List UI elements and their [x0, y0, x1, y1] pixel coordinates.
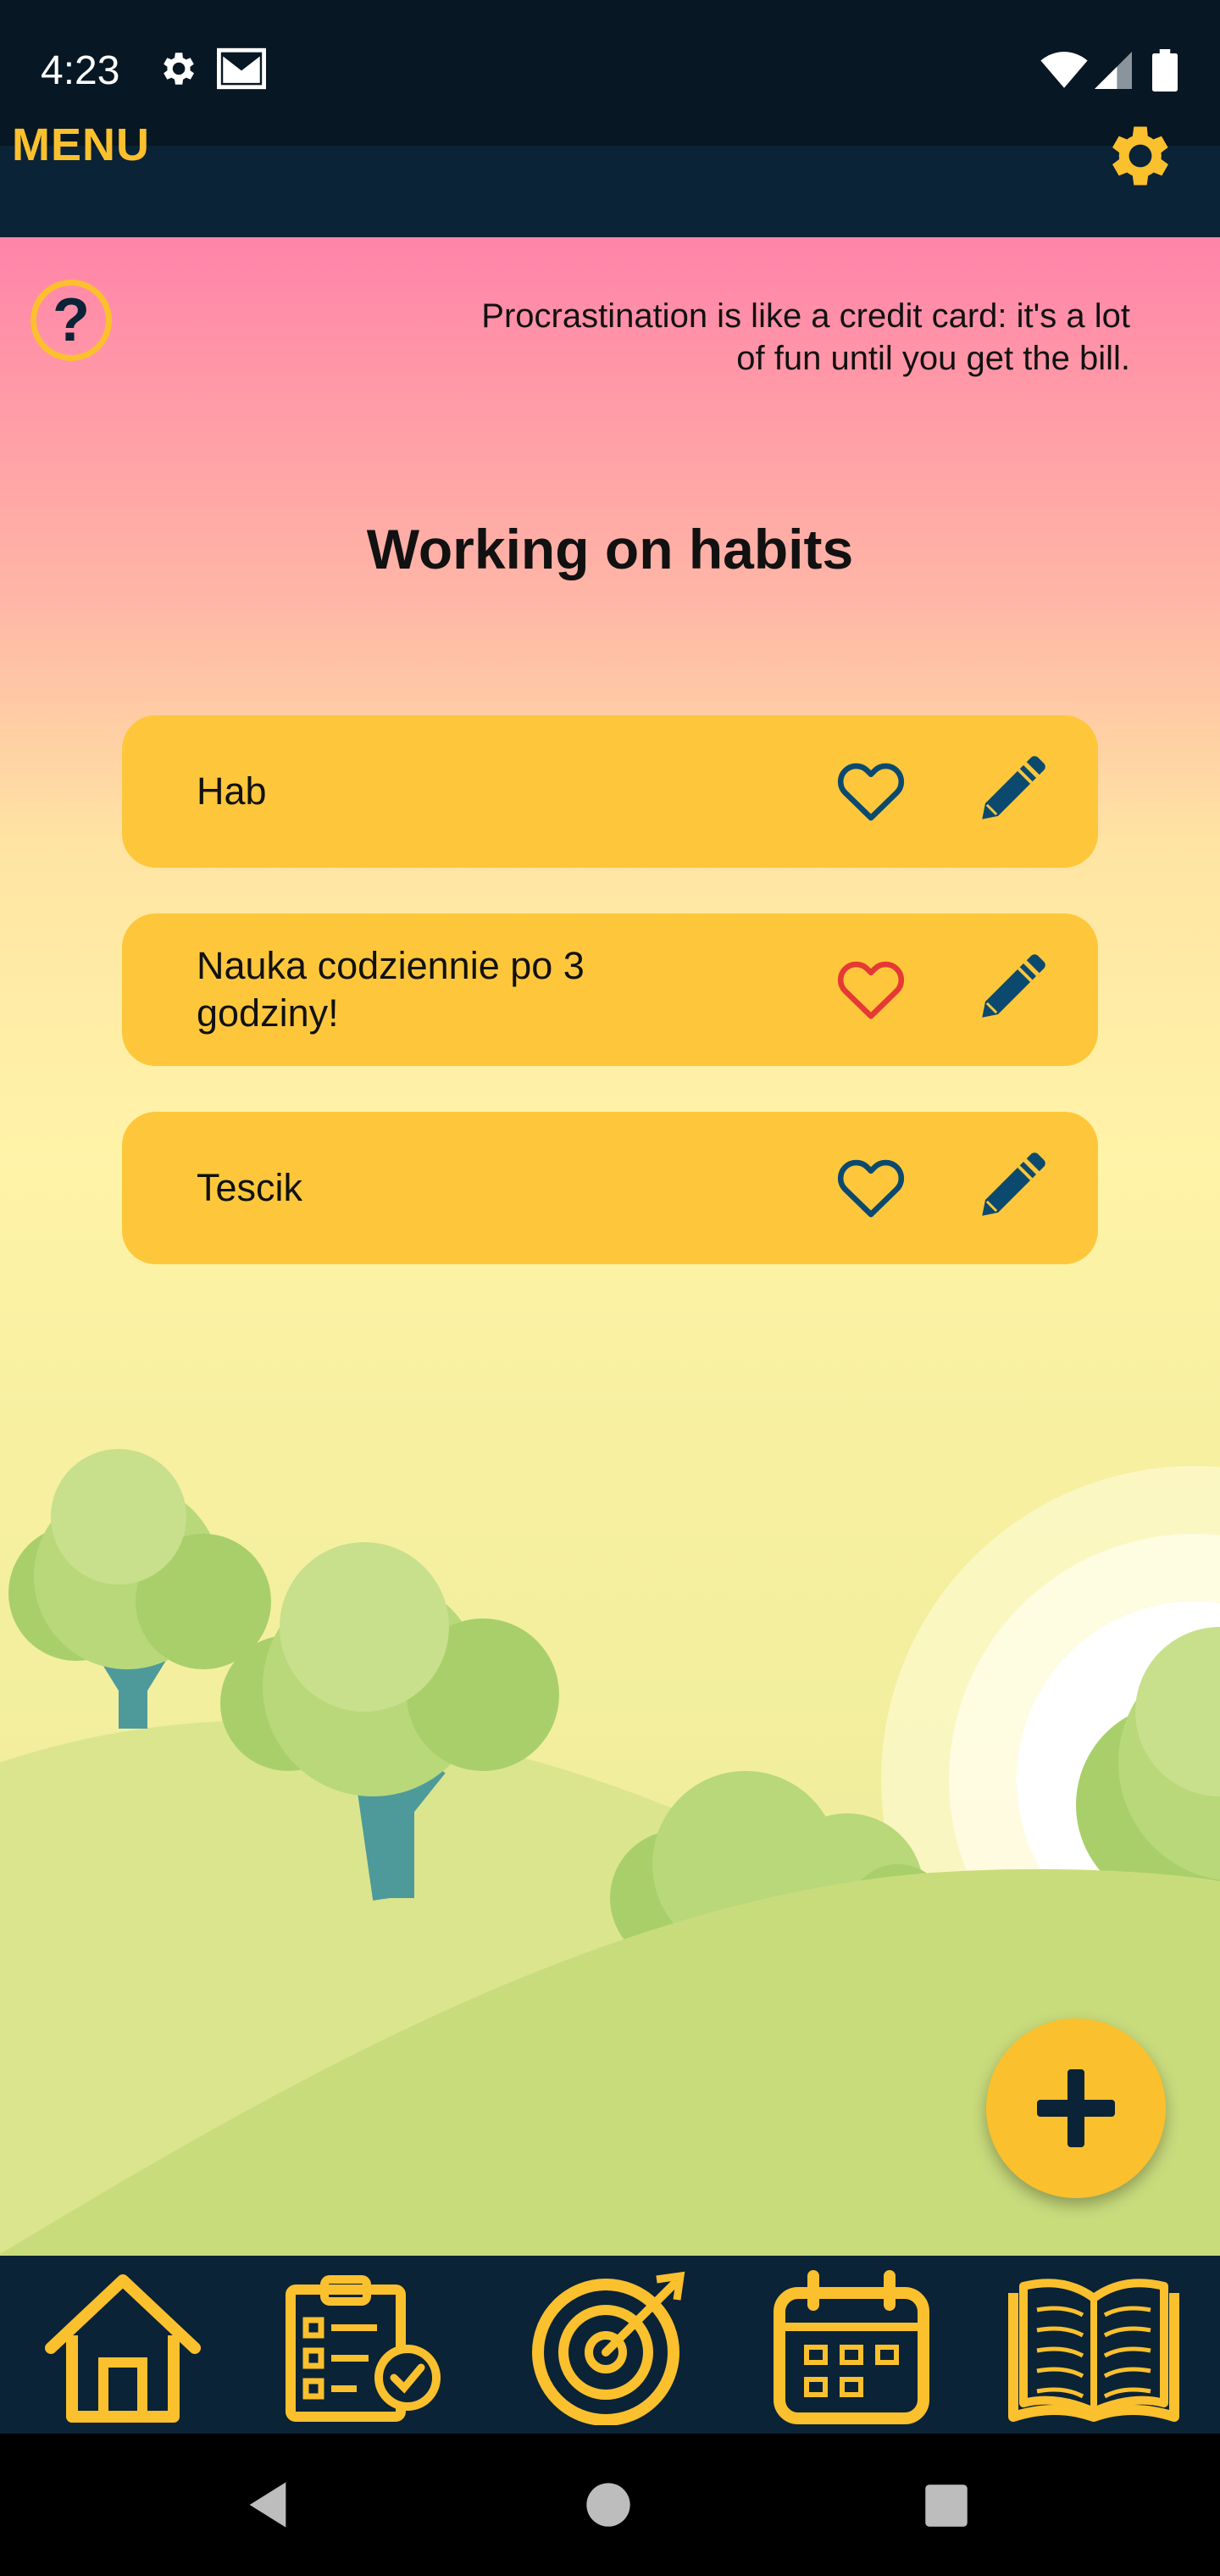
plus-icon — [1037, 2069, 1115, 2147]
habit-card[interactable]: Nauka codziennie po 3 godziny! — [122, 913, 1098, 1066]
status-bar: 4:23 — [0, 0, 1220, 146]
home-circle-icon[interactable] — [585, 2481, 632, 2529]
heart-icon[interactable] — [834, 754, 908, 829]
motivational-quote: Procrastination is like a credit card: i… — [481, 297, 1130, 377]
signal-icon — [1095, 52, 1132, 89]
habit-card[interactable]: Hab — [122, 715, 1098, 868]
settings-icon — [164, 53, 194, 85]
help-button[interactable]: ? — [30, 280, 112, 361]
app-bar — [0, 146, 1220, 237]
wifi-icon — [1040, 52, 1088, 88]
checklist-icon[interactable] — [275, 2268, 453, 2425]
back-icon[interactable] — [241, 2478, 295, 2532]
heart-icon[interactable] — [834, 952, 908, 1027]
system-navigation-bar — [0, 2434, 1220, 2576]
habit-name: Hab — [197, 769, 267, 813]
habit-card[interactable]: Tescik — [122, 1112, 1098, 1264]
battery-icon — [1152, 49, 1178, 92]
bottom-navigation — [0, 2256, 1220, 2434]
main-content: ? Procrastination is like a credit card:… — [0, 237, 1220, 2256]
book-icon[interactable] — [1005, 2268, 1183, 2425]
menu-button[interactable]: MENU — [12, 119, 150, 171]
habit-name: Tescik — [197, 1166, 303, 1209]
target-icon[interactable] — [521, 2268, 699, 2425]
gmail-icon — [217, 47, 266, 90]
add-habit-button[interactable] — [986, 2018, 1166, 2198]
home-icon[interactable] — [34, 2268, 212, 2425]
gear-icon[interactable] — [1101, 117, 1179, 195]
recents-icon[interactable] — [923, 2483, 969, 2529]
calendar-icon[interactable] — [762, 2268, 940, 2425]
status-time: 4:23 — [41, 48, 120, 93]
page-title: Working on habits — [366, 518, 854, 580]
habit-name: Nauka codziennie po 3 godziny! — [197, 944, 585, 1035]
pencil-icon[interactable] — [973, 1149, 1049, 1225]
heart-icon[interactable] — [834, 1151, 908, 1225]
pencil-icon[interactable] — [973, 752, 1049, 829]
pencil-icon[interactable] — [973, 951, 1049, 1027]
